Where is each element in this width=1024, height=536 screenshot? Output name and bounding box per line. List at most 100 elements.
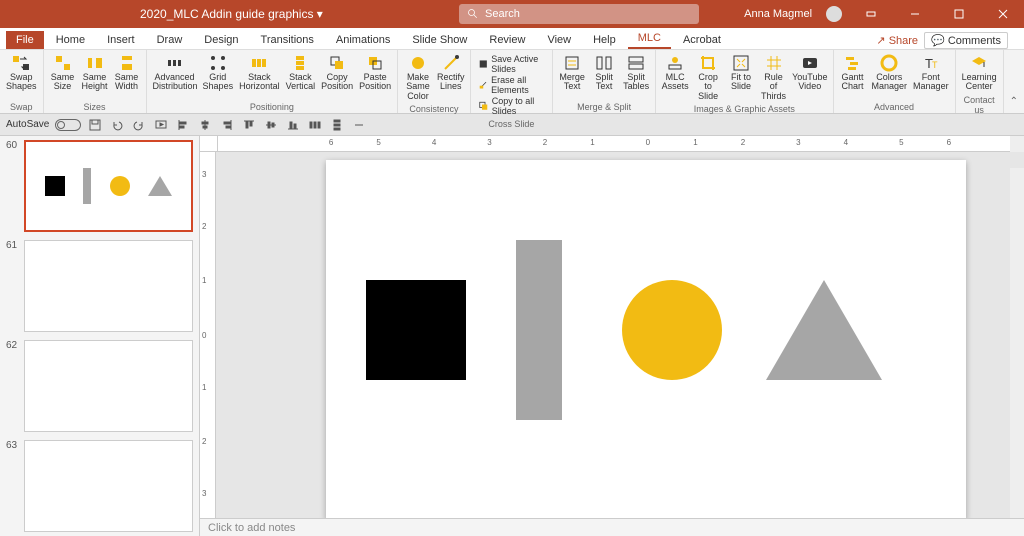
rectify-lines-label: RectifyLines [437, 73, 465, 92]
tab-transitions[interactable]: Transitions [251, 31, 324, 49]
gantt-chart-button[interactable]: GanttChart [838, 52, 868, 94]
advanced-distribution-button[interactable]: AdvancedDistribution [151, 52, 199, 94]
tab-insert[interactable]: Insert [97, 31, 145, 49]
circle-shape[interactable] [622, 280, 722, 380]
group-label-merge-split: Merge & Split [557, 101, 651, 112]
redo-icon[interactable] [131, 117, 147, 133]
ruler-corner [200, 136, 218, 152]
triangle-shape[interactable] [766, 280, 882, 380]
file-name[interactable]: 2020_MLC Addin guide graphics ▾ [140, 7, 323, 21]
save-icon[interactable] [87, 117, 103, 133]
fit-to-slide-button[interactable]: Fit toSlide [726, 52, 756, 94]
search-box[interactable]: Search [459, 4, 699, 24]
crop-to-slide-button[interactable]: Crop toSlide [692, 52, 724, 103]
make-same-color-button[interactable]: MakeSame Color [402, 52, 434, 103]
distribute-v-icon[interactable] [329, 117, 345, 133]
tab-draw[interactable]: Draw [147, 31, 193, 49]
notes-bar[interactable]: Click to add notes [200, 518, 1024, 536]
align-left-icon[interactable] [175, 117, 191, 133]
split-tables-button[interactable]: SplitTables [621, 52, 651, 94]
align-bottom-icon[interactable] [285, 117, 301, 133]
tab-file[interactable]: File [6, 31, 44, 49]
start-from-beginning-icon[interactable] [153, 117, 169, 133]
save-active-slides-label: Save Active Slides [491, 54, 544, 74]
same-height-button[interactable]: SameHeight [80, 52, 110, 94]
align-middle-v-icon[interactable] [263, 117, 279, 133]
square-shape[interactable] [366, 280, 466, 380]
autosave-toggle[interactable] [55, 119, 81, 131]
thumb-row-60[interactable]: 60 [6, 140, 193, 232]
rectangle-shape[interactable] [516, 240, 562, 420]
save-active-slides-button[interactable]: Save Active Slides [479, 54, 544, 74]
close-icon[interactable] [988, 0, 1018, 28]
vertical-scrollbar[interactable] [1010, 168, 1024, 518]
font-manager-button[interactable]: TTFontManager [911, 52, 951, 94]
tab-help[interactable]: Help [583, 31, 626, 49]
split-text-icon [595, 54, 613, 72]
ruler-tick: 2 [202, 222, 206, 231]
maximize-icon[interactable] [944, 0, 974, 28]
slide-thumb-63[interactable] [24, 440, 193, 532]
align-center-h-icon[interactable] [197, 117, 213, 133]
comments-button[interactable]: 💬 Comments [924, 32, 1008, 49]
colors-manager-button[interactable]: ColorsManager [870, 52, 910, 94]
slide-number: 63 [6, 440, 20, 451]
slide-number: 60 [6, 140, 20, 151]
ruler-vertical[interactable]: 3 2 1 0 1 2 3 [200, 152, 216, 518]
erase-all-elements-button[interactable]: Erase all Elements [479, 75, 544, 95]
tab-home[interactable]: Home [46, 31, 95, 49]
tab-slideshow[interactable]: Slide Show [402, 31, 477, 49]
ruler-horizontal[interactable]: 6 5 4 3 2 1 0 1 2 3 4 5 6 [218, 136, 1010, 152]
minimize-icon[interactable] [900, 0, 930, 28]
tab-view[interactable]: View [537, 31, 581, 49]
grid-shapes-button[interactable]: GridShapes [201, 52, 236, 94]
font-manager-icon: TT [922, 54, 940, 72]
copy-position-button[interactable]: CopyPosition [319, 52, 355, 94]
paste-position-button[interactable]: PastePosition [357, 52, 393, 94]
group-label-sizes: Sizes [48, 101, 142, 112]
learning-center-button[interactable]: LearningCenter [960, 52, 999, 94]
slide-thumb-60[interactable] [24, 140, 193, 232]
stack-horizontal-button[interactable]: StackHorizontal [237, 52, 282, 94]
thumb-row-61[interactable]: 61 [6, 240, 193, 332]
slide-thumb-61[interactable] [24, 240, 193, 332]
split-text-button[interactable]: SplitText [589, 52, 619, 94]
rule-of-thirds-button[interactable]: Rule ofThirds [758, 52, 789, 103]
thumb-row-63[interactable]: 63 [6, 440, 193, 532]
slide-canvas[interactable] [326, 160, 966, 518]
menu-right: ↗ Share 💬 Comments [876, 32, 1018, 49]
tab-review[interactable]: Review [479, 31, 535, 49]
tab-animations[interactable]: Animations [326, 31, 400, 49]
canvas-area[interactable] [216, 152, 1024, 518]
ribbon-options-icon[interactable] [856, 0, 886, 28]
thumb-row-62[interactable]: 62 [6, 340, 193, 432]
rectify-lines-button[interactable]: RectifyLines [436, 52, 466, 94]
undo-icon[interactable] [109, 117, 125, 133]
avatar[interactable] [826, 6, 842, 22]
tab-acrobat[interactable]: Acrobat [673, 31, 731, 49]
align-right-icon[interactable] [219, 117, 235, 133]
same-width-icon [118, 54, 136, 72]
user-name[interactable]: Anna Magmel [744, 8, 812, 20]
same-size-button[interactable]: SameSize [48, 52, 78, 94]
ribbon-collapse-button[interactable]: ⌃ [1004, 50, 1024, 113]
tab-design[interactable]: Design [194, 31, 248, 49]
youtube-video-button[interactable]: YouTubeVideo [791, 52, 828, 94]
same-size-label: SameSize [51, 73, 75, 92]
merge-text-button[interactable]: MergeText [557, 52, 587, 94]
group-label-consistency: Consistency [402, 103, 466, 114]
slide-panel[interactable]: 60 61 62 63 [0, 136, 200, 536]
mlc-assets-icon [666, 54, 684, 72]
mlc-assets-button[interactable]: MLCAssets [660, 52, 690, 94]
share-button[interactable]: ↗ Share [876, 34, 918, 47]
quick-more-icon[interactable] [351, 117, 367, 133]
align-top-icon[interactable] [241, 117, 257, 133]
tab-mlc[interactable]: MLC [628, 29, 671, 49]
distribute-h-icon[interactable] [307, 117, 323, 133]
same-width-button[interactable]: SameWidth [112, 52, 142, 94]
swap-shapes-button[interactable]: SwapShapes [4, 52, 39, 94]
copy-to-all-slides-button[interactable]: Copy to all Slides [479, 96, 544, 116]
stack-vertical-button[interactable]: StackVertical [284, 52, 318, 94]
gantt-chart-label: GanttChart [842, 73, 864, 92]
slide-thumb-62[interactable] [24, 340, 193, 432]
